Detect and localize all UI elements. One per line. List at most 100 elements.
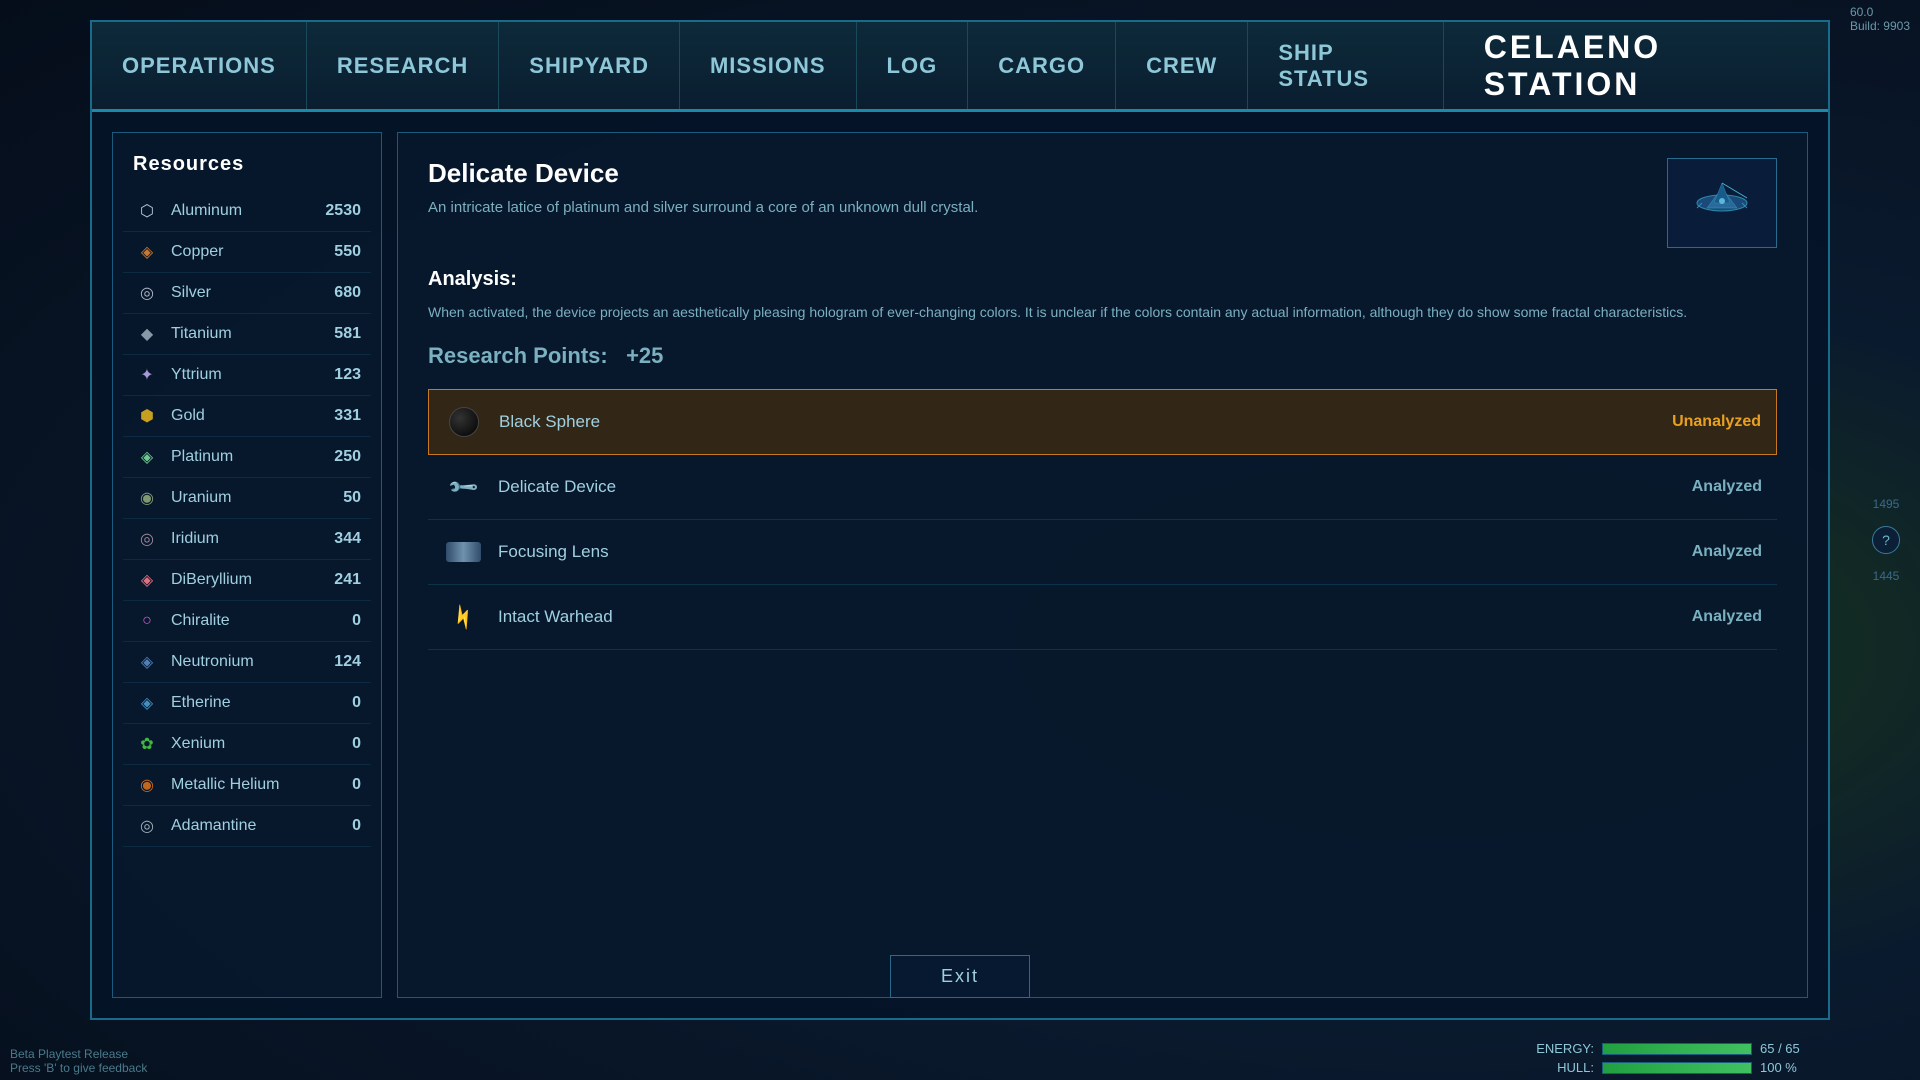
side-number-2: 1445 — [1873, 569, 1900, 583]
intact-warhead-status: Analyzed — [1692, 608, 1762, 626]
copper-icon: ◈ — [133, 238, 161, 266]
uranium-amount: 50 — [321, 489, 361, 507]
silver-amount: 680 — [321, 284, 361, 302]
titanium-icon: ◆ — [133, 320, 161, 348]
gold-amount: 331 — [321, 407, 361, 425]
ship-image — [1682, 173, 1762, 233]
focusing-lens-icon — [443, 532, 483, 572]
metallic-helium-icon: ◉ — [133, 771, 161, 799]
resource-diberyllium: ◈ DiBeryllium 241 — [123, 560, 371, 601]
aluminum-amount: 2530 — [321, 202, 361, 220]
etherine-icon: ◈ — [133, 689, 161, 717]
delicate-device-icon: 🔧 — [443, 467, 483, 507]
analysis-text: When activated, the device projects an a… — [428, 301, 1777, 323]
adamantine-amount: 0 — [321, 817, 361, 835]
diberyllium-icon: ◈ — [133, 566, 161, 594]
aluminum-label: Aluminum — [171, 202, 321, 220]
delicate-device-status: Analyzed — [1692, 478, 1762, 496]
resource-xenium: ✿ Xenium 0 — [123, 724, 371, 765]
hull-bar-bg — [1602, 1062, 1752, 1074]
resource-iridium: ◎ Iridium 344 — [123, 519, 371, 560]
beta-text: Beta Playtest Release — [10, 1047, 147, 1061]
exit-button[interactable]: Exit — [890, 955, 1030, 998]
resource-platinum: ◈ Platinum 250 — [123, 437, 371, 478]
focusing-lens-name: Focusing Lens — [498, 542, 1692, 562]
resource-chiralite: ○ Chiralite 0 — [123, 601, 371, 642]
resource-copper: ◈ Copper 550 — [123, 232, 371, 273]
silver-label: Silver — [171, 284, 321, 302]
research-points: Research Points: +25 — [428, 343, 1777, 369]
iridium-label: Iridium — [171, 530, 321, 548]
copper-amount: 550 — [321, 243, 361, 261]
item-title: Delicate Device — [428, 158, 1647, 189]
chiralite-amount: 0 — [321, 612, 361, 630]
nav-shipyard[interactable]: Shipyard — [499, 22, 680, 109]
black-sphere-status: Unanalyzed — [1672, 413, 1761, 431]
platinum-icon: ◈ — [133, 443, 161, 471]
uranium-label: Uranium — [171, 489, 321, 507]
nav-ship-status[interactable]: Ship Status — [1248, 22, 1443, 109]
artifact-list: Black Sphere Unanalyzed 🔧 Delicate Devic… — [428, 389, 1777, 972]
nav-research[interactable]: Research — [307, 22, 499, 109]
item-thumbnail — [1667, 158, 1777, 248]
resource-titanium: ◆ Titanium 581 — [123, 314, 371, 355]
gold-label: Gold — [171, 407, 321, 425]
analysis-title: Analysis: — [428, 268, 1777, 291]
xenium-amount: 0 — [321, 735, 361, 753]
chiralite-label: Chiralite — [171, 612, 321, 630]
iridium-amount: 344 — [321, 530, 361, 548]
nav-cargo[interactable]: Cargo — [968, 22, 1116, 109]
resource-silver: ◎ Silver 680 — [123, 273, 371, 314]
neutronium-icon: ◈ — [133, 648, 161, 676]
hull-value: 100 % — [1760, 1060, 1820, 1075]
yttrium-amount: 123 — [321, 366, 361, 384]
feedback-text: Press 'B' to give feedback — [10, 1061, 147, 1075]
black-sphere-name: Black Sphere — [499, 412, 1672, 432]
resource-etherine: ◈ Etherine 0 — [123, 683, 371, 724]
nav-operations[interactable]: Operations — [92, 22, 307, 109]
neutronium-amount: 124 — [321, 653, 361, 671]
research-points-value: +25 — [626, 343, 663, 368]
nav-log[interactable]: Log — [857, 22, 969, 109]
help-button[interactable]: ? — [1872, 526, 1900, 554]
research-points-label: Research Points: — [428, 343, 608, 368]
adamantine-icon: ◎ — [133, 812, 161, 840]
artifact-black-sphere[interactable]: Black Sphere Unanalyzed — [428, 389, 1777, 455]
resource-uranium: ◉ Uranium 50 — [123, 478, 371, 519]
resource-adamantine: ◎ Adamantine 0 — [123, 806, 371, 847]
item-info: Delicate Device An intricate latice of p… — [428, 158, 1647, 220]
copper-label: Copper — [171, 243, 321, 261]
energy-label: ENERGY: — [1534, 1041, 1594, 1056]
build-value: Build: 9903 — [1850, 19, 1910, 33]
resource-aluminum: ⬡ Aluminum 2530 — [123, 191, 371, 232]
intact-warhead-icon: ⚡ — [443, 597, 483, 637]
energy-bar-fill — [1603, 1044, 1751, 1054]
exit-button-container: Exit — [890, 955, 1030, 998]
beta-text-container: Beta Playtest Release Press 'B' to give … — [10, 1047, 147, 1075]
fps-value: 60.0 — [1850, 5, 1873, 19]
nav-bar: Operations Research Shipyard Missions Lo… — [92, 22, 1828, 112]
artifact-delicate-device[interactable]: 🔧 Delicate Device Analyzed — [428, 455, 1777, 520]
resource-metallic-helium: ◉ Metallic Helium 0 — [123, 765, 371, 806]
yttrium-label: Yttrium — [171, 366, 321, 384]
metallic-helium-label: Metallic Helium — [171, 776, 321, 794]
aluminum-icon: ⬡ — [133, 197, 161, 225]
etherine-label: Etherine — [171, 694, 321, 712]
titanium-amount: 581 — [321, 325, 361, 343]
artifact-intact-warhead[interactable]: ⚡ Intact Warhead Analyzed — [428, 585, 1777, 650]
silver-icon: ◎ — [133, 279, 161, 307]
hull-bar-fill — [1603, 1063, 1751, 1073]
nav-missions[interactable]: Missions — [680, 22, 857, 109]
artifact-focusing-lens[interactable]: Focusing Lens Analyzed — [428, 520, 1777, 585]
resources-title: Resources — [123, 148, 371, 191]
nav-crew[interactable]: Crew — [1116, 22, 1248, 109]
analysis-section: Analysis: When activated, the device pro… — [428, 268, 1777, 323]
focusing-lens-status: Analyzed — [1692, 543, 1762, 561]
intact-warhead-name: Intact Warhead — [498, 607, 1692, 627]
energy-value: 65 / 65 — [1760, 1041, 1820, 1056]
platinum-label: Platinum — [171, 448, 321, 466]
diberyllium-amount: 241 — [321, 571, 361, 589]
side-panel-right: 1495 ? 1445 — [1872, 497, 1900, 583]
hud-frame: Operations Research Shipyard Missions Lo… — [90, 20, 1830, 1020]
metallic-helium-amount: 0 — [321, 776, 361, 794]
